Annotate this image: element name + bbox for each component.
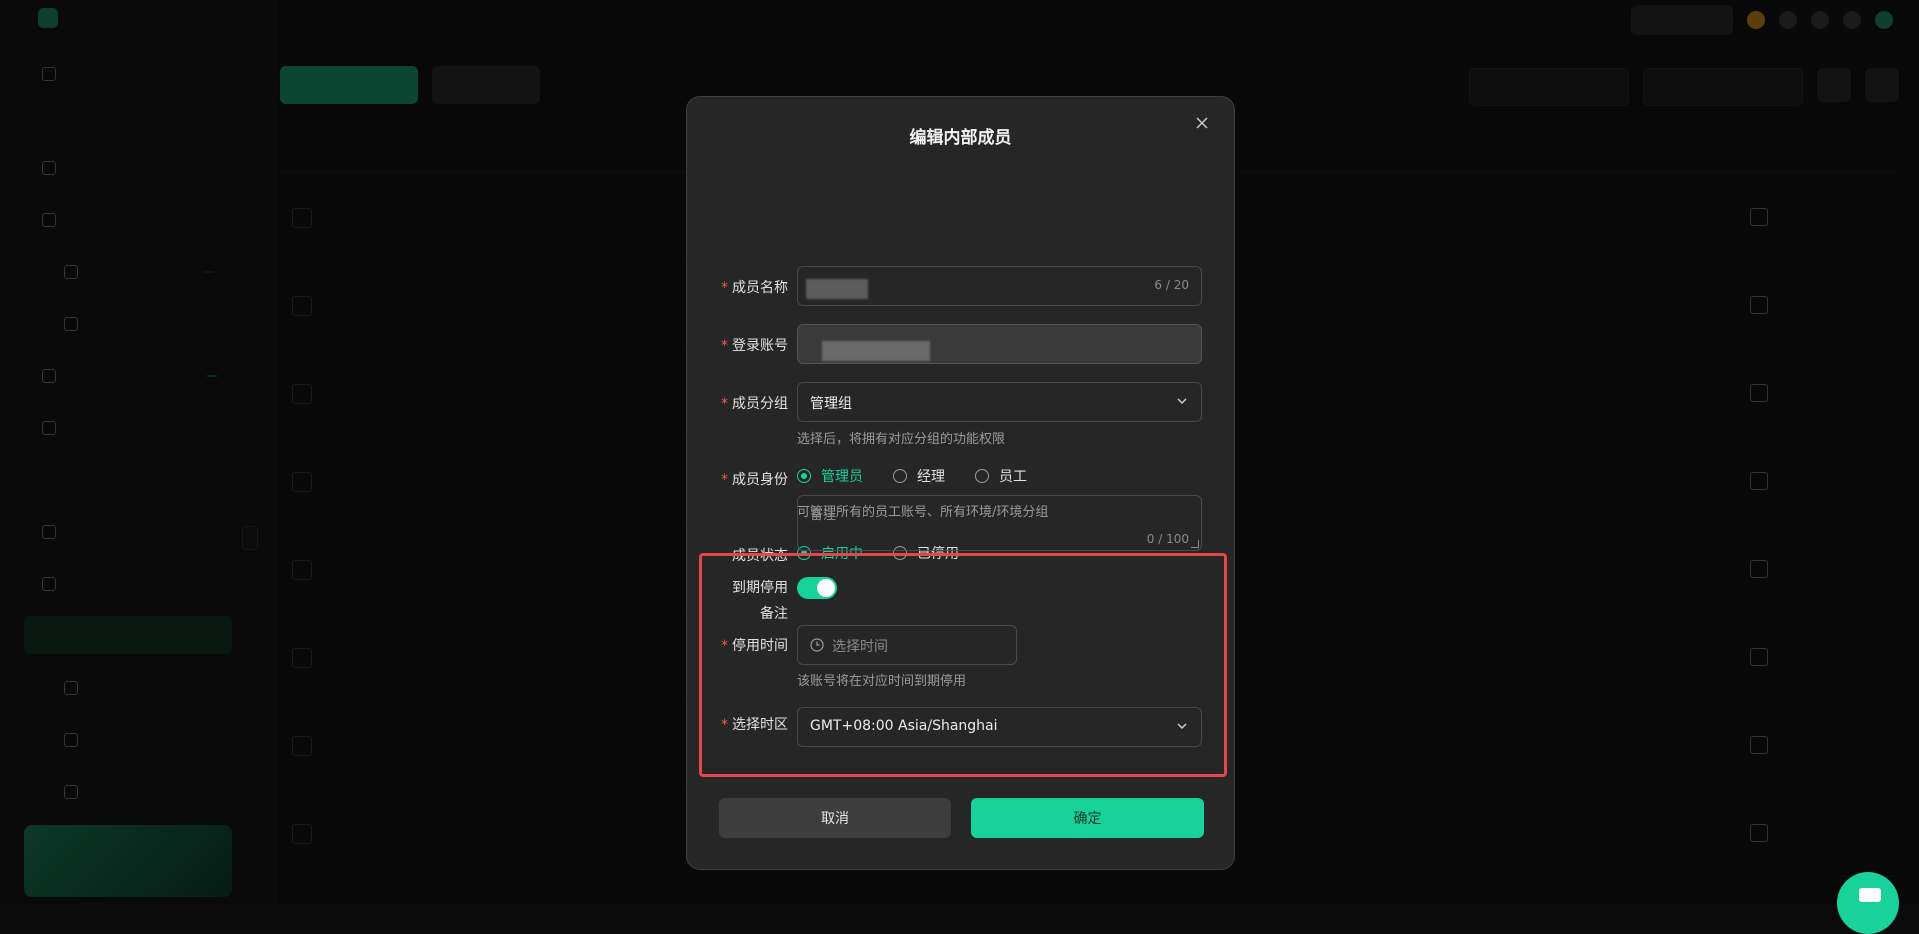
remark-textarea[interactable]: 备注 0 / 100 [797, 495, 1202, 551]
required-mark: * [721, 280, 728, 296]
role-radio-admin[interactable]: 管理员 [797, 466, 863, 486]
dialog-title: 编辑内部成员 [909, 128, 1012, 148]
chevron-down-icon [1177, 398, 1187, 405]
login-account-label-text: 登录账号 [732, 338, 788, 354]
remark-counter: 0 / 100 [1146, 532, 1189, 546]
edit-member-dialog: 编辑内部成员 * 成员名称 6 / 20 * 登录账号 * 成员分组 管理组 选择后，… [686, 96, 1235, 870]
login-account-input[interactable] [797, 324, 1202, 364]
disable-time-label-text: 停用时间 [732, 638, 788, 654]
member-group-label: * 成员分组 [721, 393, 788, 413]
required-mark: * [721, 338, 728, 354]
member-role-label-text: 成员身份 [732, 472, 788, 488]
member-name-label-text: 成员名称 [732, 280, 788, 296]
required-mark: * [721, 638, 728, 654]
radio-ring [797, 469, 811, 483]
login-account-label: * 登录账号 [721, 335, 788, 355]
resize-handle[interactable] [1191, 540, 1199, 548]
cancel-button[interactable]: 取消 [719, 798, 951, 838]
disable-time-picker[interactable]: 选择时间 [797, 625, 1017, 665]
disable-time-placeholder: 选择时间 [832, 639, 888, 655]
toggle-knob [817, 579, 835, 597]
redacted-value [822, 341, 930, 361]
role-radio-label: 员工 [999, 469, 1027, 485]
confirm-button[interactable]: 确定 [971, 798, 1204, 838]
member-role-label: * 成员身份 [721, 469, 788, 489]
chat-icon [1859, 888, 1881, 902]
radio-ring [893, 469, 907, 483]
member-name-counter: 6 / 20 [1154, 278, 1189, 292]
radio-ring [975, 469, 989, 483]
member-role-radio-group: 管理员 经理 员工 [797, 466, 1027, 486]
member-group-label-text: 成员分组 [732, 396, 788, 412]
member-group-value: 管理组 [810, 396, 852, 412]
required-mark: * [721, 472, 728, 488]
timezone-value: GMT+08:00 Asia/Shanghai [810, 718, 998, 734]
role-radio-staff[interactable]: 员工 [975, 466, 1027, 486]
timezone-select[interactable]: GMT+08:00 Asia/Shanghai [797, 707, 1202, 747]
member-name-input[interactable]: 6 / 20 [797, 266, 1202, 306]
member-name-label: * 成员名称 [721, 277, 788, 297]
required-mark: * [721, 717, 728, 733]
expire-disable-toggle[interactable] [797, 577, 837, 599]
disable-time-label: * 停用时间 [721, 635, 788, 655]
timezone-label-text: 选择时区 [732, 717, 788, 733]
disable-time-hint: 该账号将在对应时间到期停用 [797, 674, 967, 689]
role-radio-label: 管理员 [821, 469, 863, 485]
member-group-select[interactable]: 管理组 [797, 382, 1202, 422]
clock-icon [810, 638, 824, 652]
required-mark: * [721, 396, 728, 412]
role-radio-manager[interactable]: 经理 [893, 466, 945, 486]
role-radio-label: 经理 [917, 469, 945, 485]
expire-disable-label-row: 到期停用 [732, 577, 788, 597]
expire-disable-label-text: 到期停用 [732, 580, 788, 596]
chevron-down-icon [1177, 723, 1187, 730]
member-group-hint: 选择后，将拥有对应分组的功能权限 [797, 432, 1006, 447]
close-icon [1196, 117, 1208, 129]
remark-placeholder: 备注 [810, 508, 837, 523]
close-button[interactable] [1188, 109, 1216, 137]
chat-support-button[interactable] [1837, 872, 1899, 934]
redacted-value [806, 279, 868, 299]
timezone-label: * 选择时区 [721, 714, 788, 734]
